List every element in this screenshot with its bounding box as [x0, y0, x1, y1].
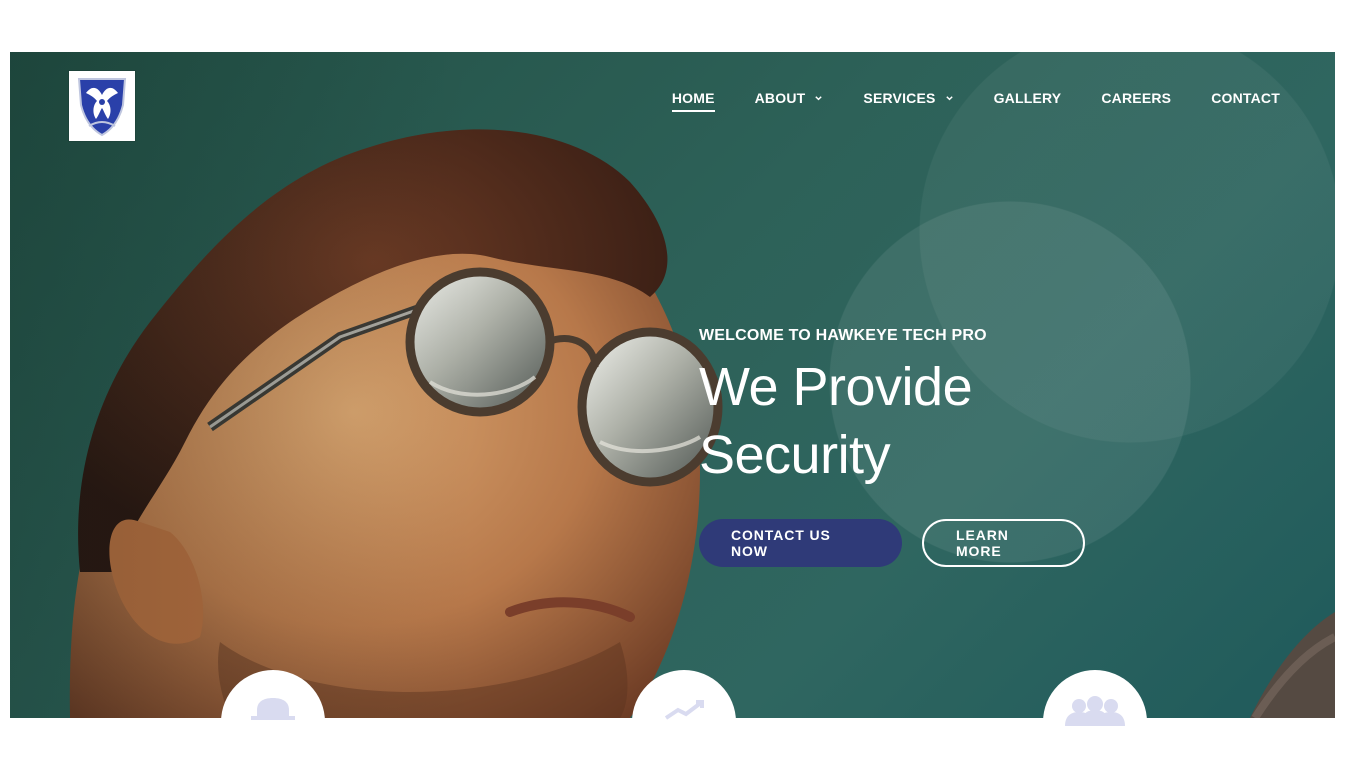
nav-item-label: ABOUT [754, 90, 806, 106]
main-nav: HOME ABOUT SERVICES GALLERY CAREERS CONT… [632, 90, 1280, 112]
nav-item-label: CONTACT [1211, 90, 1280, 106]
hero-section: HOME ABOUT SERVICES GALLERY CAREERS CONT… [10, 52, 1335, 718]
feature-circle-3[interactable] [1043, 670, 1147, 774]
hero-headline-line1: We Provide [699, 357, 973, 417]
nav-item-label: GALLERY [993, 90, 1062, 106]
nav-item-label: HOME [671, 90, 715, 106]
chevron-down-icon [945, 95, 953, 100]
chart-icon [664, 700, 704, 720]
nav-item-services[interactable]: SERVICES [863, 90, 953, 112]
hero-headline: We Provide Security [699, 353, 1139, 489]
hat-icon [251, 698, 295, 720]
hero-actions: CONTACT US NOW LEARN MORE [699, 519, 1139, 567]
nav-item-about[interactable]: ABOUT [755, 90, 824, 112]
hero-eyebrow: WELCOME TO HAWKEYE TECH PRO [699, 327, 987, 344]
nav-item-contact[interactable]: CONTACT [1211, 90, 1280, 112]
feature-circle-2[interactable] [632, 670, 736, 774]
nav-item-label: CAREERS [1101, 90, 1172, 106]
chevron-down-icon [815, 95, 823, 100]
nav-item-gallery[interactable]: GALLERY [994, 90, 1062, 112]
nav-item-label: SERVICES [863, 90, 936, 106]
learn-more-button[interactable]: LEARN MORE [922, 519, 1085, 567]
hawk-shield-logo[interactable] [69, 71, 135, 141]
team-icon [1065, 696, 1125, 726]
feature-circle-1[interactable] [221, 670, 325, 774]
nav-item-careers[interactable]: CAREERS [1101, 90, 1171, 112]
nav-item-home[interactable]: HOME [671, 90, 715, 112]
hero-copy: WELCOME TO HAWKEYE TECH PRO We Provide S… [699, 327, 1139, 567]
contact-us-now-button[interactable]: CONTACT US NOW [699, 519, 902, 567]
hero-headline-line2: Security [699, 425, 891, 485]
